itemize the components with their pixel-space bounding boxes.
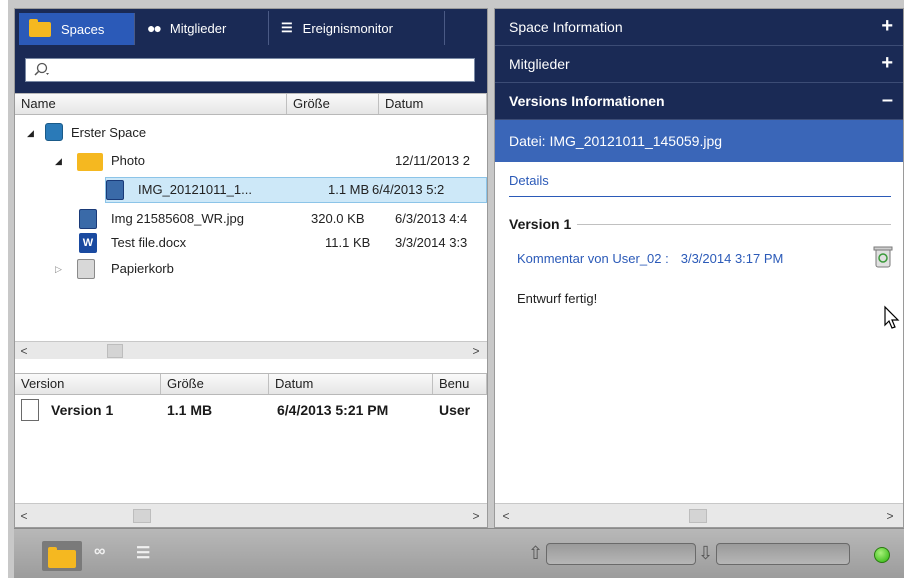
comment-meta: Kommentar von User_02 : 3/3/2014 3:17 PM [517,251,783,266]
comment-date: 3/3/2014 3:17 PM [680,251,784,266]
scroll-left-icon[interactable]: < [499,508,513,524]
folder-icon [77,153,103,171]
column-date[interactable]: Datum [379,94,487,114]
recycle-bin-icon [77,259,95,279]
people-icon: ●● [147,20,162,36]
search-input[interactable] [25,58,475,82]
tree-row[interactable]: ◢ Photo 12/11/2013 2 [15,149,487,173]
info-panel: Space Information + Mitglieder + Version… [494,8,904,528]
tree-row[interactable]: W Test file.docx 11.1 KB 3/3/2014 3:3 [15,231,487,255]
expand-arrow-icon[interactable]: ◢ [55,156,62,167]
column-name[interactable]: Name [15,94,287,114]
row-name: Papierkorb [111,261,174,276]
members-view-icon[interactable]: ∞ [94,543,105,561]
search-row [15,45,487,93]
tab-spaces[interactable]: Spaces [19,13,135,45]
folder-icon [29,18,51,37]
tree-row[interactable]: ▷ Papierkorb [15,257,487,281]
tab-spaces-label: Spaces [61,21,105,37]
info-scrollbar[interactable]: < > [495,503,903,527]
file-table-header: Name Größe Datum [15,93,487,115]
version-label: Version 1 [51,402,114,418]
tab-ereignismonitor-label: Ereignismonitor [302,20,393,36]
version-scrollbar[interactable]: < > [15,503,487,527]
spaces-view-button[interactable] [42,541,82,571]
expand-arrow-icon[interactable]: ◢ [27,128,34,139]
tab-ereignismonitor[interactable]: ☰ Ereignismonitor [271,11,445,45]
row-date: 3/3/2014 3:3 [395,235,468,250]
row-name: Erster Space [71,125,147,140]
scroll-thumb[interactable] [689,509,707,523]
tab-bar: Spaces ●● Mitglieder ☰ Ereignismonitor [15,9,487,45]
version-heading: Version 1 [509,216,891,232]
comment-author: Kommentar von User_02 : [517,251,669,266]
file-tree: ◢ Erster Space ◢ Photo 12/11/2013 2 IMG_… [15,121,487,341]
expand-icon[interactable]: + [881,53,893,73]
version-title: Version 1 [509,216,572,232]
tab-mitglieder-label: Mitglieder [169,20,227,36]
row-name: Img 21585608_WR.jpg [111,211,244,226]
details-label: Details [509,173,549,188]
tree-row[interactable]: Img 21585608_WR.jpg 320.0 KB 6/3/2013 4:… [15,207,487,231]
monitor-view-icon[interactable]: ☰ [136,543,150,563]
row-size: 11.1 KB [325,235,371,250]
section-label: Mitglieder [509,56,570,72]
divider [577,223,891,225]
row-date: 6/3/2013 4:4 [395,211,468,226]
version-row[interactable]: Version 1 1.1 MB 6/4/2013 5:21 PM User [15,397,487,421]
row-name: Test file.docx [111,235,187,250]
expand-icon[interactable]: + [881,16,893,36]
mouse-pointer-icon [884,305,900,329]
section-label: Versions Informationen [509,93,665,109]
upload-progress-bar [546,543,696,565]
image-file-icon [106,180,124,200]
tree-scrollbar[interactable]: < > [15,341,487,359]
monitor-icon: ☰ [281,20,293,35]
spaces-panel: Spaces ●● Mitglieder ☰ Ereignismonitor N… [14,8,488,528]
bottom-toolbar: ∞ ☰ ⇧ ⇩ [14,528,904,578]
section-space-information[interactable]: Space Information + [495,9,903,46]
comment-text: Entwurf fertig! [517,291,598,306]
status-indicator [874,547,890,563]
scroll-thumb[interactable] [107,344,123,358]
section-mitglieder[interactable]: Mitglieder + [495,46,903,83]
version-user: User [439,402,471,418]
search-icon [34,62,49,76]
document-icon [21,399,39,421]
image-file-icon [79,209,97,229]
row-name: Photo [111,153,145,168]
tab-mitglieder[interactable]: ●● Mitglieder [137,11,269,45]
scroll-right-icon[interactable]: > [469,343,483,359]
collapse-icon[interactable]: – [882,90,893,110]
scroll-right-icon[interactable]: > [469,508,483,524]
delete-icon[interactable] [873,245,893,269]
file-label-bar: Datei: IMG_20121011_145059.jpg [495,120,903,162]
space-icon [45,123,63,141]
row-date: 12/11/2013 2 [395,153,470,168]
scroll-left-icon[interactable]: < [17,343,31,359]
section-label: Space Information [509,19,623,35]
row-date: 6/4/2013 5:2 [372,182,445,197]
tree-row[interactable]: ◢ Erster Space [15,121,487,145]
collapse-arrow-icon[interactable]: ▷ [55,264,62,275]
scroll-thumb[interactable] [133,509,151,523]
scroll-right-icon[interactable]: > [883,508,897,524]
scroll-left-icon[interactable]: < [17,508,31,524]
word-file-icon: W [79,233,97,253]
tree-row-selected[interactable]: IMG_20121011_1... 1.1 MB 6/4/2013 5:2 [105,177,487,203]
download-arrow-icon: ⇩ [698,543,714,563]
details-link[interactable]: Details [509,173,891,197]
section-versions-informationen[interactable]: Versions Informationen – [495,83,903,120]
file-label: Datei: IMG_20121011_145059.jpg [509,133,723,149]
column-size[interactable]: Größe [287,94,379,114]
download-progress-bar [716,543,850,565]
version-size: 1.1 MB [167,402,213,418]
folder-icon [48,547,76,568]
version-date: 6/4/2013 5:21 PM [277,402,389,418]
upload-arrow-icon: ⇧ [528,543,544,563]
row-name: IMG_20121011_1... [138,182,252,197]
version-table: Version 1 1.1 MB 6/4/2013 5:21 PM User [15,373,487,503]
row-size: 320.0 KB [311,211,365,226]
row-size: 1.1 MB [328,182,370,197]
